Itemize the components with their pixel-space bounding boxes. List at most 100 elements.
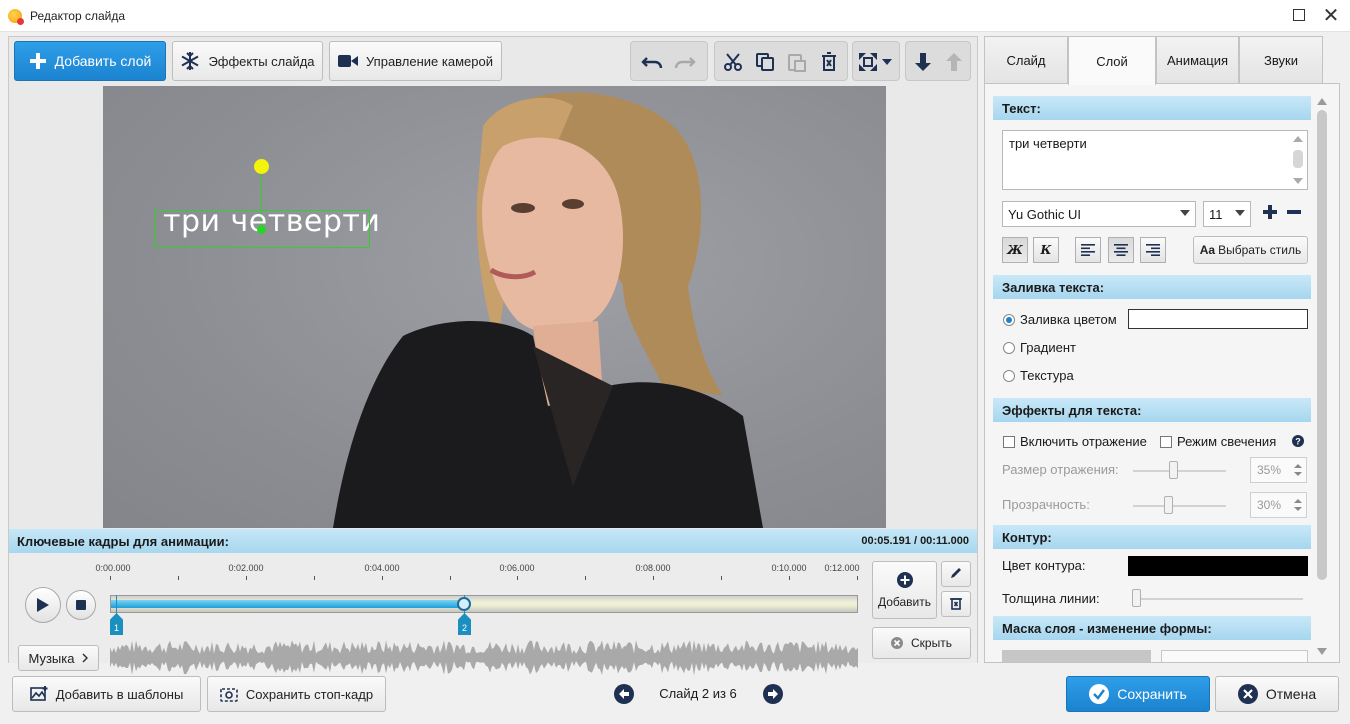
slide-effects-button[interactable]: Эффекты слайда [172, 41, 323, 81]
camera-control-button[interactable]: Управление камерой [329, 41, 502, 81]
line-width-slider[interactable] [1133, 598, 1303, 600]
edit-keyframe-button[interactable] [941, 561, 971, 587]
cancel-button[interactable]: Отмена [1215, 676, 1339, 712]
texture-label: Текстура [1020, 368, 1074, 383]
anchor-point[interactable] [257, 225, 266, 234]
save-button[interactable]: Сохранить [1066, 676, 1210, 712]
glow-option[interactable]: Режим свечения [1160, 434, 1276, 449]
tab-animation[interactable]: Анимация [1156, 36, 1239, 83]
reflection-size-slider[interactable] [1133, 470, 1226, 472]
property-tabs: Слайд Слой Анимация Звуки [984, 36, 1340, 85]
music-button[interactable]: Музыка [18, 645, 99, 671]
mask-select[interactable] [1161, 650, 1308, 662]
reflection-option[interactable]: Включить отражение [1003, 434, 1147, 449]
outline-color-swatch[interactable] [1128, 556, 1308, 576]
opacity-slider[interactable] [1133, 505, 1226, 507]
font-size-select[interactable]: 11 [1203, 201, 1251, 227]
playhead[interactable] [457, 597, 471, 611]
play-button[interactable] [25, 587, 61, 623]
keyframes-panel: 0:00.000 0:02.000 0:04.000 0:06.000 0:08… [9, 553, 977, 676]
add-layer-button[interactable]: Добавить слой [14, 41, 166, 81]
add-keyframe-label: Добавить [877, 594, 932, 609]
scroll-up-icon [1317, 98, 1327, 105]
reflection-checkbox[interactable] [1003, 435, 1015, 448]
slide-status: Слайд 2 из 6 [659, 686, 737, 701]
align-center-button[interactable] [1108, 237, 1134, 263]
fit-screen-icon[interactable] [856, 50, 880, 74]
rotation-handle[interactable] [254, 159, 269, 174]
scroll-thumb[interactable] [1317, 110, 1327, 580]
slide-canvas[interactable]: три четверти [103, 86, 886, 528]
align-right-button[interactable] [1140, 237, 1166, 263]
background-photo [103, 86, 886, 528]
tab-sounds[interactable]: Звуки [1239, 36, 1323, 83]
gradient-option[interactable]: Градиент [1003, 340, 1076, 355]
maximize-button[interactable] [1290, 6, 1308, 24]
opacity-thumb[interactable] [1164, 496, 1173, 514]
edit-group [714, 41, 848, 81]
app-icon [8, 8, 24, 25]
add-to-templates-button[interactable]: Добавить в шаблоны [12, 676, 201, 712]
bold-button[interactable]: Ж [1002, 237, 1028, 263]
glow-checkbox[interactable] [1160, 435, 1172, 448]
fill-color-option[interactable]: Заливка цветом [1003, 312, 1117, 327]
keyframe-marker[interactable]: 1 [110, 613, 123, 635]
hide-button[interactable]: Скрыть [872, 627, 971, 659]
font-size-value: 11 [1209, 206, 1223, 222]
choose-style-button[interactable]: Aa Выбрать стиль [1193, 236, 1308, 264]
align-center-icon [1114, 244, 1128, 256]
chevron-down-icon[interactable] [879, 50, 895, 74]
delete-keyframe-button[interactable] [941, 591, 971, 617]
next-slide-button[interactable] [763, 684, 783, 704]
keyframe-marker[interactable]: 2 [458, 613, 471, 635]
radio-unselected[interactable] [1003, 341, 1015, 354]
align-right-icon [1146, 244, 1160, 256]
arrow-down-icon[interactable] [911, 50, 935, 74]
text-input-scrollbar[interactable] [1291, 134, 1305, 186]
decrease-size-button[interactable] [1286, 204, 1302, 223]
add-keyframe-button[interactable]: Добавить [872, 561, 937, 619]
font-select[interactable]: Yu Gothic UI [1002, 201, 1196, 227]
line-width-thumb[interactable] [1132, 589, 1141, 607]
texture-option[interactable]: Текстура [1003, 368, 1074, 383]
text-section-header: Текст: [993, 96, 1311, 120]
reflection-size-thumb[interactable] [1169, 461, 1178, 479]
prev-slide-button[interactable] [614, 684, 634, 704]
copy-icon[interactable] [753, 50, 777, 74]
italic-button[interactable]: К [1033, 237, 1059, 263]
chevron-right-icon [82, 651, 89, 666]
align-left-button[interactable] [1075, 237, 1101, 263]
tab-layer[interactable]: Слой [1068, 36, 1156, 85]
opacity-spinner[interactable]: 30% [1250, 492, 1307, 518]
text-input[interactable]: три четверти [1002, 130, 1308, 190]
arrow-up-icon[interactable] [942, 50, 966, 74]
save-still-button[interactable]: Сохранить стоп-кадр [207, 676, 386, 712]
fill-color-swatch[interactable] [1128, 309, 1308, 329]
properties-scrollbar[interactable] [1315, 96, 1329, 662]
radio-selected[interactable] [1003, 313, 1015, 326]
add-circle-icon [896, 571, 913, 591]
title-bar: Редактор слайда ✕ [0, 0, 1350, 32]
paste-icon[interactable] [785, 50, 809, 74]
reflection-size-spinner[interactable]: 35% [1250, 457, 1307, 483]
radio-unselected[interactable] [1003, 369, 1015, 382]
increase-size-button[interactable] [1262, 204, 1278, 223]
timeline-track[interactable] [110, 595, 858, 613]
opacity-value: 30% [1257, 498, 1282, 512]
cut-icon[interactable] [721, 50, 745, 74]
opacity-label: Прозрачность: [1002, 497, 1090, 512]
tick-label: 0:02.000 [228, 563, 264, 573]
undo-icon[interactable] [640, 50, 664, 74]
stop-icon [76, 600, 86, 610]
tick-label: 0:06.000 [499, 563, 535, 573]
redo-icon[interactable] [673, 50, 697, 74]
stop-button[interactable] [66, 590, 96, 620]
tab-slide[interactable]: Слайд [984, 36, 1068, 83]
help-icon[interactable]: ? [1292, 435, 1304, 450]
scroll-down-icon [1317, 648, 1327, 655]
keyframes-title: Ключевые кадры для анимации: [17, 533, 229, 549]
timeline-progress [111, 600, 462, 608]
delete-icon[interactable] [817, 50, 841, 74]
close-button[interactable]: ✕ [1322, 5, 1340, 27]
mask-preview[interactable] [1002, 650, 1151, 662]
